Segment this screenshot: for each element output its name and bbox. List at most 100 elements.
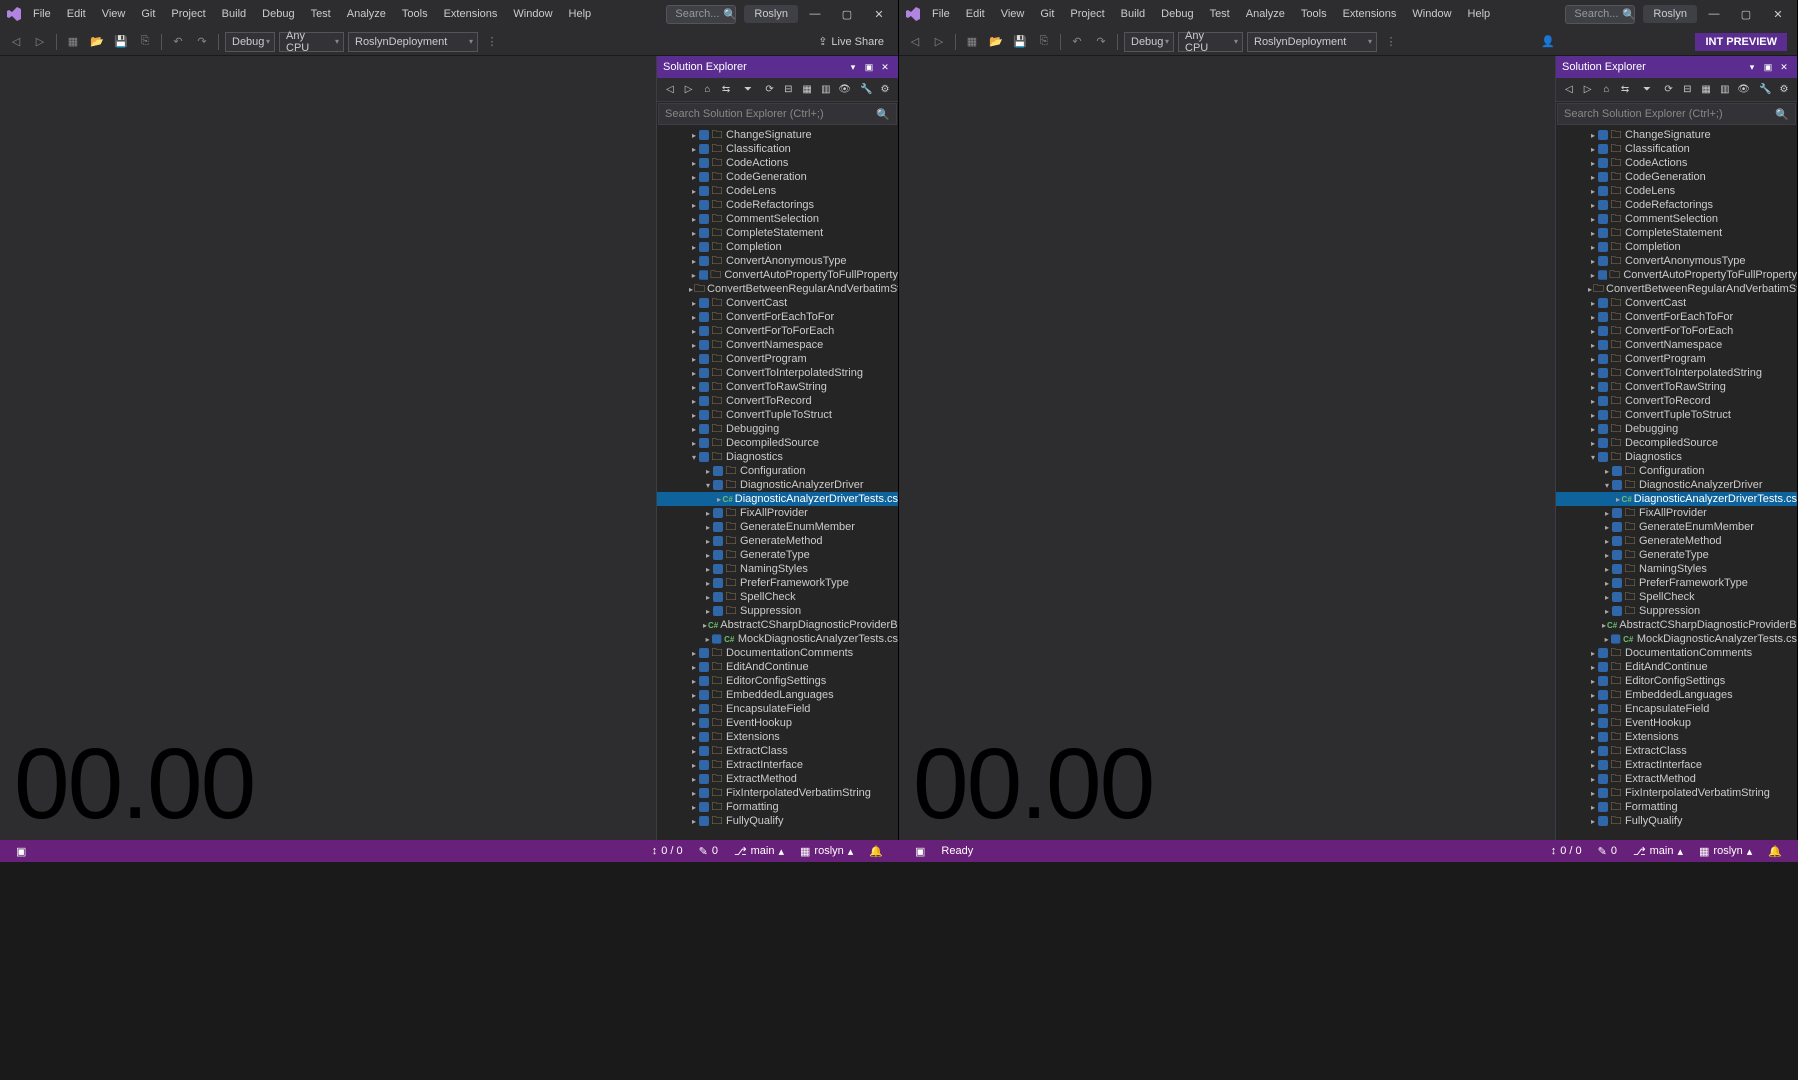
tree-folder[interactable]: ▸🗀ExtractMethod xyxy=(657,772,898,786)
expand-chevron-icon[interactable]: ▸ xyxy=(703,509,713,518)
expand-chevron-icon[interactable]: ▸ xyxy=(1588,215,1598,224)
redo-button[interactable]: ↷ xyxy=(192,32,212,52)
expand-chevron-icon[interactable]: ▸ xyxy=(1588,159,1598,168)
tree-folder[interactable]: ▸🗀Debugging xyxy=(657,422,898,436)
tree-folder[interactable]: ▸🗀ExtractClass xyxy=(657,744,898,758)
expand-chevron-icon[interactable]: ▸ xyxy=(689,341,699,350)
maximize-button[interactable]: ▢ xyxy=(1731,4,1761,24)
tree-folder[interactable]: ▸🗀ConvertToRecord xyxy=(1556,394,1797,408)
expand-chevron-icon[interactable]: ▸ xyxy=(689,355,699,364)
tree-folder[interactable]: ▸🗀EncapsulateField xyxy=(1556,702,1797,716)
overflow-button[interactable]: ⋮ xyxy=(1381,32,1401,52)
menu-tools[interactable]: Tools xyxy=(395,5,435,23)
config-dropdown[interactable]: Debug xyxy=(225,32,275,52)
tree-folder[interactable]: ▸🗀ConvertBetweenRegularAndVerbatimString xyxy=(657,282,898,296)
menu-git[interactable]: Git xyxy=(134,5,162,23)
pin-icon[interactable]: ▣ xyxy=(1761,60,1775,74)
expand-chevron-icon[interactable]: ▸ xyxy=(1602,509,1612,518)
expand-chevron-icon[interactable]: ▸ xyxy=(703,579,713,588)
tree-folder[interactable]: ▸🗀ConvertToInterpolatedString xyxy=(657,366,898,380)
fwd-icon[interactable]: ▷ xyxy=(680,81,698,99)
expand-chevron-icon[interactable]: ▸ xyxy=(689,383,699,392)
tree-folder[interactable]: ▸🗀Completion xyxy=(657,240,898,254)
changes-counter[interactable]: ✎ 0 xyxy=(1590,845,1625,858)
menu-build[interactable]: Build xyxy=(1114,5,1152,23)
expand-chevron-icon[interactable]: ▸ xyxy=(689,369,699,378)
close-panel-icon[interactable]: ✕ xyxy=(1777,60,1791,74)
expand-chevron-icon[interactable]: ▸ xyxy=(1588,355,1598,364)
tree-folder[interactable]: ▸🗀GenerateMethod xyxy=(1556,534,1797,548)
tree-folder[interactable]: ▸🗀Suppression xyxy=(657,604,898,618)
expand-chevron-icon[interactable]: ▸ xyxy=(703,467,713,476)
tree-folder[interactable]: ▸🗀ConvertAnonymousType xyxy=(1556,254,1797,268)
expand-chevron-icon[interactable]: ▸ xyxy=(1588,341,1598,350)
expand-chevron-icon[interactable]: ▸ xyxy=(689,327,699,336)
expand-chevron-icon[interactable]: ▸ xyxy=(1588,369,1598,378)
tree-folder[interactable]: ▸🗀ConvertNamespace xyxy=(1556,338,1797,352)
expand-chevron-icon[interactable]: ▸ xyxy=(689,159,699,168)
expand-chevron-icon[interactable]: ▸ xyxy=(703,523,713,532)
expand-chevron-icon[interactable]: ▸ xyxy=(689,271,699,280)
expand-chevron-icon[interactable]: ▸ xyxy=(689,313,699,322)
expand-chevron-icon[interactable]: ▸ xyxy=(1588,397,1598,406)
new-project-button[interactable]: ▦ xyxy=(63,32,83,52)
tree-folder[interactable]: ▸🗀NamingStyles xyxy=(657,562,898,576)
expand-chevron-icon[interactable]: ▸ xyxy=(703,551,713,560)
expand-chevron-icon[interactable]: ▸ xyxy=(1588,817,1598,826)
close-button[interactable]: ✕ xyxy=(864,4,894,24)
tree-folder[interactable]: ▸🗀ExtractMethod xyxy=(1556,772,1797,786)
tree-folder[interactable]: ▸🗀ConvertBetweenRegularAndVerbatimString xyxy=(1556,282,1797,296)
expand-chevron-icon[interactable]: ▸ xyxy=(1588,677,1598,686)
nav-counter[interactable]: ↕ 0 / 0 xyxy=(1543,845,1590,857)
solution-pill[interactable]: Roslyn xyxy=(1643,5,1697,23)
expand-chevron-icon[interactable]: ▸ xyxy=(689,173,699,182)
tree-folder[interactable]: ▸🗀FixAllProvider xyxy=(1556,506,1797,520)
menu-file[interactable]: File xyxy=(925,5,957,23)
expand-chevron-icon[interactable]: ▸ xyxy=(1588,187,1598,196)
expand-chevron-icon[interactable]: ▸ xyxy=(689,411,699,420)
preview-icon[interactable]: 👁 xyxy=(836,81,854,99)
expand-chevron-icon[interactable]: ▸ xyxy=(689,663,699,672)
tree-folder[interactable]: ▸🗀CodeGeneration xyxy=(1556,170,1797,184)
sync-icon[interactable]: ⟳ xyxy=(1660,81,1678,99)
expand-chevron-icon[interactable]: ▸ xyxy=(689,775,699,784)
expand-chevron-icon[interactable]: ▸ xyxy=(1588,663,1598,672)
expand-chevron-icon[interactable]: ▸ xyxy=(1588,131,1598,140)
menu-extensions[interactable]: Extensions xyxy=(1336,5,1404,23)
tree-folder[interactable]: ▸🗀SpellCheck xyxy=(657,590,898,604)
collapse-icon[interactable]: ⊟ xyxy=(1678,81,1696,99)
expand-chevron-icon[interactable]: ▸ xyxy=(689,299,699,308)
menu-debug[interactable]: Debug xyxy=(1154,5,1200,23)
menu-build[interactable]: Build xyxy=(215,5,253,23)
tree-folder[interactable]: ▸🗀ConvertTupleToStruct xyxy=(657,408,898,422)
undo-button[interactable]: ↶ xyxy=(168,32,188,52)
tree-folder[interactable]: ▸🗀ConvertNamespace xyxy=(657,338,898,352)
dropdown-icon[interactable]: ▾ xyxy=(846,60,860,74)
expand-chevron-icon[interactable]: ▸ xyxy=(689,243,699,252)
expand-chevron-icon[interactable]: ▸ xyxy=(1588,313,1598,322)
tree-folder[interactable]: ▸🗀ConvertCast xyxy=(1556,296,1797,310)
branch-indicator[interactable]: ⎇ main ▴ xyxy=(1625,845,1691,858)
expand-chevron-icon[interactable]: ▸ xyxy=(689,397,699,406)
tree-folder[interactable]: ▸🗀CommentSelection xyxy=(657,212,898,226)
expand-chevron-icon[interactable]: ▸ xyxy=(1588,201,1598,210)
solution-explorer-header[interactable]: Solution Explorer ▾ ▣ ✕ xyxy=(657,56,898,78)
tree-folder[interactable]: ▸🗀Extensions xyxy=(1556,730,1797,744)
expand-chevron-icon[interactable]: ▸ xyxy=(1602,537,1612,546)
tree-folder[interactable]: ▸🗀Formatting xyxy=(657,800,898,814)
config-dropdown[interactable]: Debug xyxy=(1124,32,1174,52)
repo-indicator[interactable]: ▦ roslyn ▴ xyxy=(1691,845,1760,858)
expand-chevron-icon[interactable]: ▾ xyxy=(703,481,713,490)
close-panel-icon[interactable]: ✕ xyxy=(878,60,892,74)
expand-chevron-icon[interactable]: ▸ xyxy=(689,425,699,434)
expand-chevron-icon[interactable]: ▸ xyxy=(689,789,699,798)
maximize-button[interactable]: ▢ xyxy=(832,4,862,24)
tree-folder[interactable]: ▸🗀PreferFrameworkType xyxy=(1556,576,1797,590)
expand-chevron-icon[interactable]: ▸ xyxy=(1588,439,1598,448)
tree-folder[interactable]: ▸🗀Debugging xyxy=(1556,422,1797,436)
expand-chevron-icon[interactable]: ▸ xyxy=(689,719,699,728)
expand-chevron-icon[interactable]: ▸ xyxy=(1588,425,1598,434)
expand-chevron-icon[interactable]: ▸ xyxy=(689,187,699,196)
changes-counter[interactable]: ✎ 0 xyxy=(691,845,726,858)
tree-folder[interactable]: ▸🗀EventHookup xyxy=(1556,716,1797,730)
